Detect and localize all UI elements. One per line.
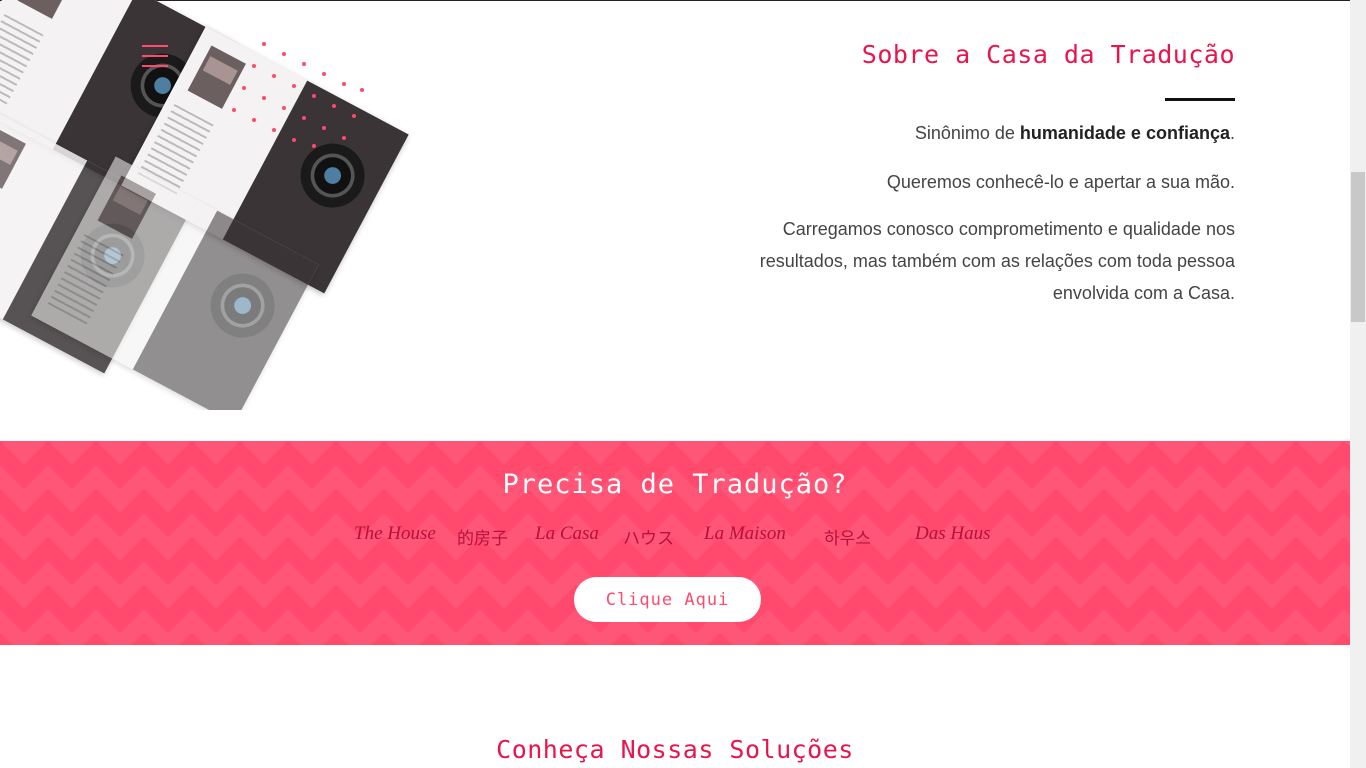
- house-word: The House: [354, 523, 436, 544]
- house-word: ハウス: [623, 529, 674, 549]
- house-word: 的房子: [457, 529, 508, 549]
- banner-title: Precisa de Tradução?: [502, 469, 848, 500]
- dot-pattern: [230, 40, 370, 150]
- solutions-title: Conheça Nossas Soluções: [496, 735, 854, 764]
- translation-banner: Precisa de Tradução? The House 的房子 La Ca…: [0, 441, 1350, 645]
- house-words: The House 的房子 La Casa ハウス La Maison 하우스 …: [0, 523, 1350, 549]
- about-paragraph-2: Queremos conhecê-lo e apertar a sua mão.: [886, 172, 1235, 192]
- page-scrollbar[interactable]: [1350, 0, 1366, 768]
- about-paragraph-3: Carregamos conosco comprometimento e qua…: [759, 219, 1235, 303]
- house-word: La Casa: [535, 523, 599, 544]
- house-word: 하우스: [824, 529, 871, 549]
- about-title: Sobre a Casa da Tradução: [861, 40, 1235, 69]
- clique-aqui-button[interactable]: Clique Aqui: [574, 577, 761, 622]
- hamburger-menu-icon[interactable]: [142, 45, 168, 75]
- title-divider: [1165, 98, 1235, 101]
- house-word: Das Haus: [915, 523, 991, 544]
- hero-image-collage: [0, 0, 420, 410]
- scrollbar-thumb[interactable]: [1351, 172, 1365, 322]
- house-word: La Maison: [704, 523, 786, 544]
- about-paragraph-1: Sinônimo de humanidade e confiança.: [914, 123, 1235, 143]
